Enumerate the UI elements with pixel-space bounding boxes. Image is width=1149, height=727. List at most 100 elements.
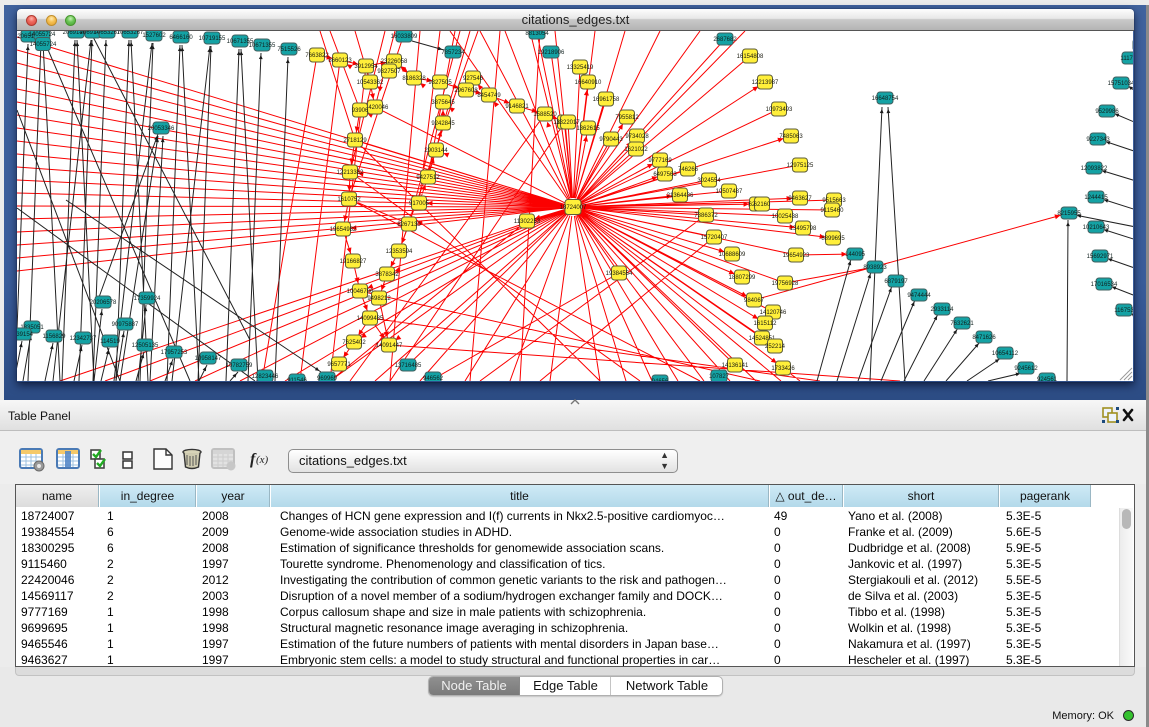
svg-text:90975887: 90975887 xyxy=(112,322,139,328)
svg-text:10653267: 10653267 xyxy=(117,31,144,36)
svg-text:20206578: 20206578 xyxy=(90,300,117,306)
svg-text:3875645: 3875645 xyxy=(431,100,455,106)
svg-text:17957253: 17957253 xyxy=(161,350,188,356)
svg-text:10543362: 10543362 xyxy=(357,80,384,86)
svg-text:10958147: 10958147 xyxy=(195,356,222,362)
svg-text:7955812: 7955812 xyxy=(615,115,639,121)
svg-text:16640910: 16640910 xyxy=(575,80,602,86)
svg-text:7625402: 7625402 xyxy=(342,340,366,346)
svg-text:2967608: 2967608 xyxy=(454,88,478,94)
svg-text:1610752: 1610752 xyxy=(337,197,361,203)
svg-text:984067: 984067 xyxy=(744,298,765,304)
svg-text:6497563: 6497563 xyxy=(653,172,677,178)
svg-text:9463627: 9463627 xyxy=(788,196,812,202)
svg-text:107827: 107827 xyxy=(709,374,730,380)
svg-text:10688609: 10688609 xyxy=(719,252,746,258)
svg-text:8267130: 8267130 xyxy=(397,222,421,228)
svg-text:9245612: 9245612 xyxy=(1014,366,1038,372)
svg-text:1615112: 1615112 xyxy=(754,321,778,327)
svg-text:3878342: 3878342 xyxy=(375,272,399,278)
svg-text:9529986: 9529986 xyxy=(1095,109,1119,115)
svg-text:8215955: 8215955 xyxy=(1057,211,1081,217)
svg-text:10719155: 10719155 xyxy=(199,36,226,42)
svg-text:62160: 62160 xyxy=(754,202,771,208)
svg-text:6879197: 6879197 xyxy=(884,279,908,285)
svg-text:17359924: 17359924 xyxy=(134,296,161,302)
svg-text:19756928: 19756928 xyxy=(772,281,799,287)
svg-text:8471626: 8471626 xyxy=(972,335,996,341)
svg-text:19166827: 19166827 xyxy=(340,259,367,265)
svg-text:12505135: 12505135 xyxy=(132,343,159,349)
svg-text:12342737: 12342737 xyxy=(70,336,97,342)
svg-text:10025438: 10025438 xyxy=(772,214,799,220)
svg-text:9327505: 9327505 xyxy=(428,80,452,86)
svg-text:7515526: 7515526 xyxy=(277,47,301,53)
svg-text:10671355: 10671355 xyxy=(249,43,276,49)
svg-text:939154: 939154 xyxy=(17,332,34,338)
svg-text:10507487: 10507487 xyxy=(716,189,743,195)
svg-text:9115460: 9115460 xyxy=(821,208,845,214)
svg-text:14091447: 14091447 xyxy=(376,343,403,349)
svg-text:8938923: 8938923 xyxy=(863,265,887,271)
svg-text:927546: 927546 xyxy=(463,76,484,82)
svg-text:13495798: 13495798 xyxy=(790,226,817,232)
svg-text:9227343: 9227343 xyxy=(1086,137,1110,143)
svg-text:9427512: 9427512 xyxy=(416,175,440,181)
svg-text:17016534: 17016534 xyxy=(1091,282,1118,288)
svg-text:3024554: 3024554 xyxy=(697,178,721,184)
svg-text:917005: 917005 xyxy=(409,201,430,207)
svg-text:9790443: 9790443 xyxy=(599,137,623,143)
svg-text:252214: 252214 xyxy=(765,344,786,350)
svg-text:15751034: 15751034 xyxy=(1108,81,1133,87)
svg-text:14136141: 14136141 xyxy=(722,363,749,369)
svg-text:12823446: 12823446 xyxy=(252,374,279,380)
svg-text:3912954: 3912954 xyxy=(354,64,378,70)
svg-text:9498212: 9498212 xyxy=(367,296,391,302)
svg-text:12353594: 12353594 xyxy=(386,249,413,255)
svg-text:7632621: 7632621 xyxy=(950,321,974,327)
svg-text:16961758: 16961758 xyxy=(593,97,620,103)
svg-text:8186328: 8186328 xyxy=(402,76,426,82)
svg-text:1621022: 1621022 xyxy=(624,147,648,153)
svg-text:8660123: 8660123 xyxy=(328,58,352,64)
svg-text:116753: 116753 xyxy=(1114,308,1133,314)
svg-text:20053346: 20053346 xyxy=(148,126,175,132)
svg-text:19218906: 19218906 xyxy=(538,50,565,56)
svg-text:13325419: 13325419 xyxy=(567,65,594,71)
svg-text:12213382: 12213382 xyxy=(337,170,364,176)
svg-text:7663822: 7663822 xyxy=(305,53,329,59)
svg-text:10210643: 10210643 xyxy=(1083,225,1110,231)
svg-text:111753: 111753 xyxy=(1120,56,1133,62)
svg-text:18724007: 18724007 xyxy=(560,205,587,211)
svg-text:15692971: 15692971 xyxy=(1087,254,1114,260)
svg-text:(x): (x) xyxy=(256,454,269,466)
svg-text:93906: 93906 xyxy=(352,108,369,114)
svg-text:10782759: 10782759 xyxy=(226,363,253,369)
svg-text:12975125: 12975125 xyxy=(787,163,814,169)
svg-text:911546: 911546 xyxy=(287,378,307,381)
svg-text:9327507: 9327507 xyxy=(377,69,401,75)
svg-text:7485063: 7485063 xyxy=(779,134,803,140)
svg-text:14055724: 14055724 xyxy=(30,42,57,48)
svg-text:746266: 746266 xyxy=(678,167,699,173)
svg-text:13716485: 13716485 xyxy=(395,363,422,369)
svg-text:9734028: 9734028 xyxy=(625,134,649,140)
svg-text:9657771: 9657771 xyxy=(327,362,351,368)
svg-text:114519: 114519 xyxy=(100,339,120,345)
svg-text:8813054: 8813054 xyxy=(525,31,549,37)
svg-text:11302253: 11302253 xyxy=(514,219,541,225)
svg-text:2933114: 2933114 xyxy=(931,307,955,313)
svg-text:2718129: 2718129 xyxy=(343,138,367,144)
svg-text:10654112: 10654112 xyxy=(992,351,1019,357)
svg-text:12213987: 12213987 xyxy=(752,80,779,86)
svg-text:9242845: 9242845 xyxy=(431,121,455,127)
svg-text:946562: 946562 xyxy=(423,376,444,381)
svg-text:21364436: 21364436 xyxy=(667,193,694,199)
svg-text:1244415: 1244415 xyxy=(1084,195,1108,201)
svg-text:16033809: 16033809 xyxy=(391,34,418,40)
svg-text:19654982: 19654982 xyxy=(330,227,357,233)
svg-text:16648754: 16648754 xyxy=(872,96,899,102)
svg-text:9777169: 9777169 xyxy=(648,158,672,164)
svg-text:924561: 924561 xyxy=(1037,377,1058,381)
svg-text:9474444: 9474444 xyxy=(907,293,931,299)
